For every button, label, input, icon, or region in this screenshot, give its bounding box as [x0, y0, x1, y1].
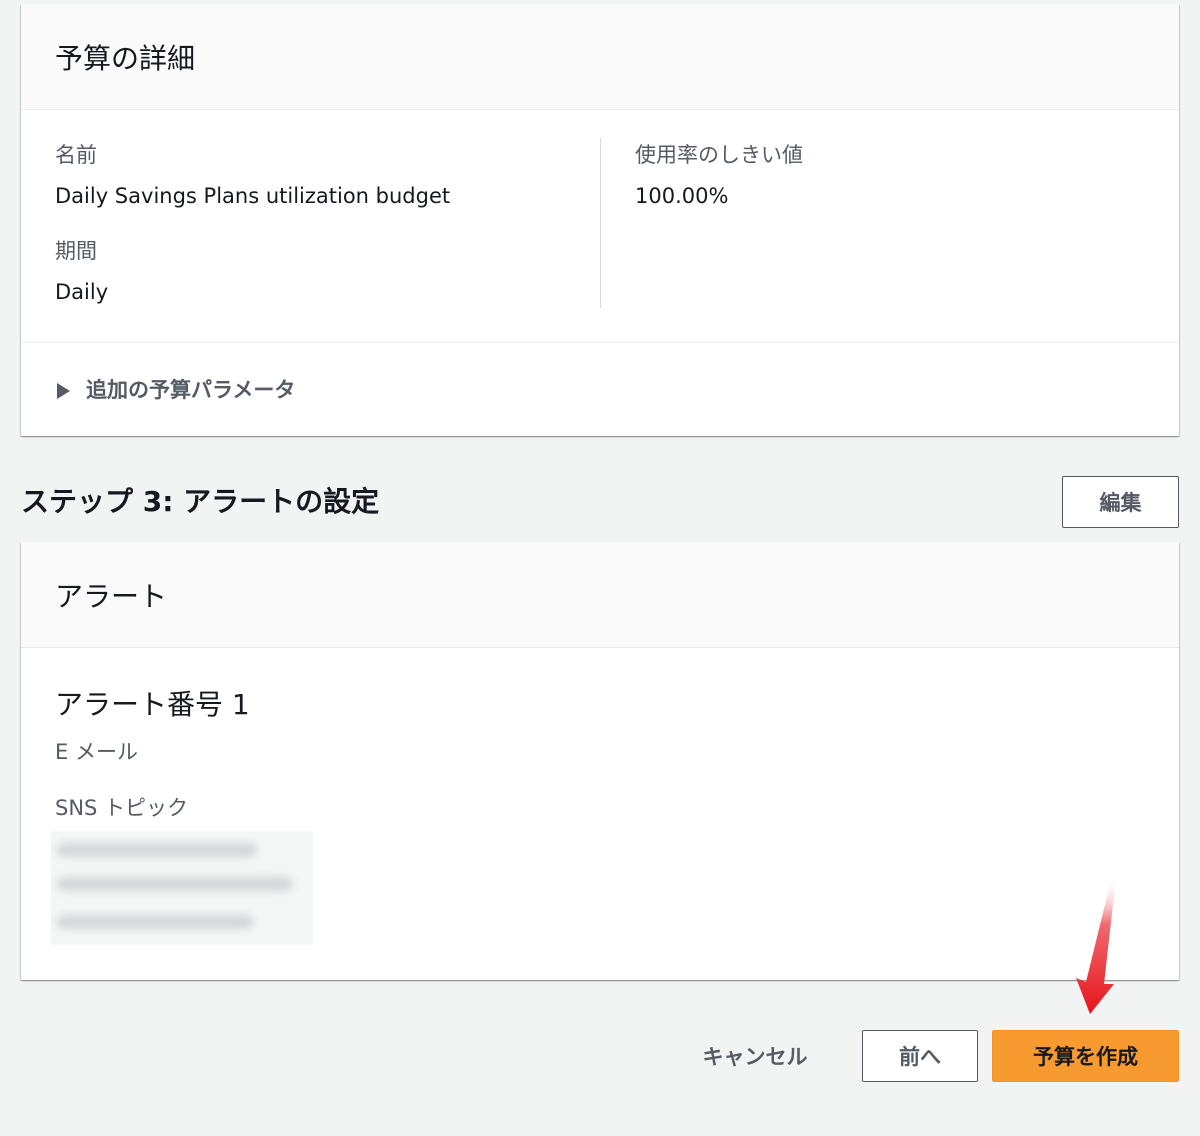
details-right-column: 使用率のしきい値 100.00% — [635, 140, 803, 211]
additional-params-label: 追加の予算パラメータ — [86, 378, 296, 402]
alerts-title: アラート — [55, 579, 168, 613]
alerts-header: アラート — [21, 542, 1179, 648]
budget-details-body: 名前 Daily Savings Plans utilization budge… — [21, 110, 1179, 343]
name-label: 名前 — [55, 143, 97, 167]
alerts-card: アラート アラート番号 1 E メール SNS トピック — [21, 542, 1179, 980]
create-budget-button[interactable]: 予算を作成 — [992, 1030, 1179, 1082]
cancel-button[interactable]: キャンセル — [680, 1030, 830, 1082]
threshold-label: 使用率のしきい値 — [635, 143, 803, 167]
budget-details-card: 予算の詳細 名前 Daily Savings Plans utilization… — [21, 4, 1179, 436]
budget-details-header: 予算の詳細 — [21, 4, 1179, 110]
details-left-column: 名前 Daily Savings Plans utilization budge… — [55, 140, 450, 307]
alert-1-title: アラート番号 1 — [55, 688, 250, 721]
additional-params-expander[interactable]: 追加の予算パラメータ — [21, 343, 1179, 435]
name-value: Daily Savings Plans utilization budget — [55, 184, 451, 208]
redacted-line — [57, 843, 257, 857]
step3-heading: ステップ 3: アラートの設定 — [21, 485, 380, 518]
alert-sns-label: SNS トピック — [55, 796, 189, 820]
caret-right-icon — [57, 382, 70, 399]
name-field: 名前 Daily Savings Plans utilization budge… — [55, 140, 450, 211]
threshold-field: 使用率のしきい値 100.00% — [635, 140, 803, 211]
period-value: Daily — [55, 280, 109, 304]
period-field: 期間 Daily — [55, 236, 450, 307]
column-divider — [600, 138, 601, 308]
edit-button[interactable]: 編集 — [1062, 476, 1179, 528]
previous-button[interactable]: 前へ — [862, 1030, 978, 1082]
threshold-value: 100.00% — [635, 184, 729, 208]
budget-details-title: 予算の詳細 — [55, 41, 196, 75]
redacted-line — [57, 877, 293, 891]
alerts-body: アラート番号 1 E メール SNS トピック — [21, 648, 1179, 945]
period-label: 期間 — [55, 239, 97, 263]
redacted-sns-topic — [51, 831, 313, 945]
redacted-line — [57, 915, 253, 929]
alert-email-label: E メール — [55, 740, 138, 764]
annotation-arrow-icon — [1076, 876, 1116, 1014]
